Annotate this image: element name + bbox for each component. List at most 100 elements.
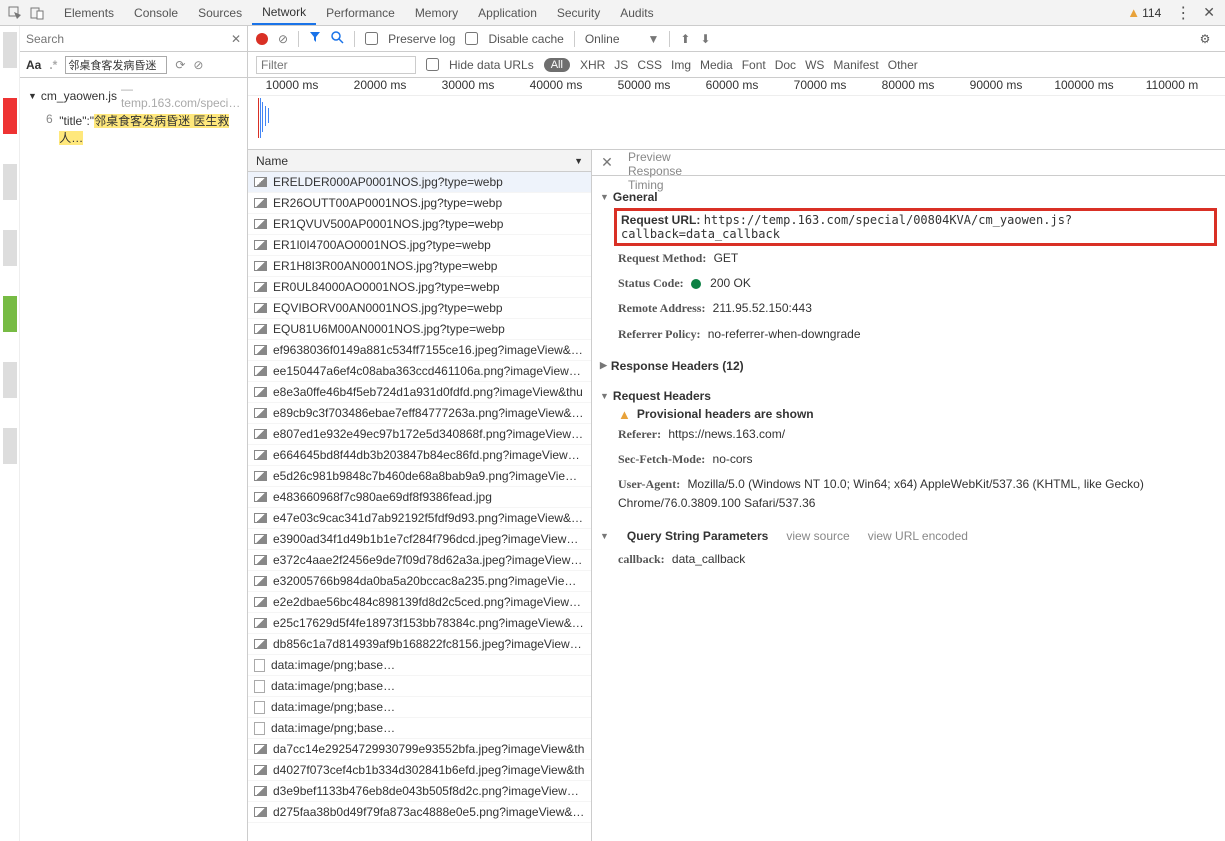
filter-all[interactable]: All [544, 58, 570, 72]
clear-icon[interactable]: ⊘ [193, 58, 203, 72]
file-icon [254, 659, 265, 672]
warning-count[interactable]: ▲114 [1127, 5, 1161, 20]
refresh-icon[interactable]: ⟳ [175, 58, 185, 72]
search-input[interactable] [26, 29, 225, 49]
filter-css[interactable]: CSS [637, 58, 662, 72]
result-file[interactable]: ▼ cm_yaowen.js — temp.163.com/speci… [28, 82, 239, 110]
waterfall-overview[interactable]: 10000 ms20000 ms30000 ms40000 ms50000 ms… [248, 78, 1225, 150]
request-list: Name▼ ERELDER000AP0001NOS.jpg?type=webpE… [248, 150, 592, 841]
request-row[interactable]: ER26OUTT00AP0001NOS.jpg?type=webp [248, 193, 591, 214]
request-row[interactable]: e47e03c9cac341d7ab92192f5fdf9d93.png?ima… [248, 508, 591, 529]
request-row[interactable]: data:image/png;base… [248, 697, 591, 718]
request-row[interactable]: da7cc14e29254729930799e93552bfa.jpeg?ima… [248, 739, 591, 760]
request-row[interactable]: d275faa38b0d49f79fa873ac4888e0e5.png?ima… [248, 802, 591, 823]
filter-xhr[interactable]: XHR [580, 58, 605, 72]
search-query-input[interactable] [65, 56, 167, 74]
tab-network[interactable]: Network [252, 0, 316, 25]
image-icon [254, 429, 267, 439]
request-url-highlight: Request URL: https://temp.163.com/specia… [614, 208, 1217, 246]
request-row[interactable]: db856c1a7d814939af9b168822fc8156.jpeg?im… [248, 634, 591, 655]
request-row[interactable]: e5d26c981b9848c7b460de68a8bab9a9.png?ima… [248, 466, 591, 487]
request-row[interactable]: d3e9bef1133b476eb8de043b505f8d2c.png?ima… [248, 781, 591, 802]
inspect-icon[interactable] [4, 2, 26, 24]
tab-elements[interactable]: Elements [54, 0, 124, 25]
search-toggle-icon[interactable] [331, 31, 344, 47]
request-row[interactable]: ER1I0I4700AO0001NOS.jpg?type=webp [248, 235, 591, 256]
throttle-select[interactable]: Online [585, 32, 620, 46]
filter-media[interactable]: Media [700, 58, 733, 72]
page-edge-strip [0, 26, 20, 841]
image-icon [254, 618, 267, 628]
request-row[interactable]: e664645bd8f44db3b203847b84ec86fd.png?ima… [248, 445, 591, 466]
request-row[interactable]: d4027f073cef4cb1b334d302841b6efd.jpeg?im… [248, 760, 591, 781]
upload-har-icon[interactable]: ⬆ [680, 32, 690, 46]
request-row[interactable]: e807ed1e932e49ec97b172e5d340868f.png?ima… [248, 424, 591, 445]
record-button[interactable] [256, 33, 268, 45]
request-row[interactable]: data:image/png;base… [248, 655, 591, 676]
filter-doc[interactable]: Doc [775, 58, 796, 72]
close-detail-icon[interactable]: ✕ [596, 154, 618, 171]
clear-log-icon[interactable]: ⊘ [278, 32, 288, 46]
request-row[interactable]: data:image/png;base… [248, 676, 591, 697]
request-row[interactable]: data:image/png;base… [248, 718, 591, 739]
preserve-log-checkbox[interactable] [365, 32, 378, 45]
device-toggle-icon[interactable] [26, 2, 48, 24]
request-row[interactable]: EQU81U6M00AN0001NOS.jpg?type=webp [248, 319, 591, 340]
request-row[interactable]: ER1QVUV500AP0001NOS.jpg?type=webp [248, 214, 591, 235]
request-row[interactable]: EQVIBORV00AN0001NOS.jpg?type=webp [248, 298, 591, 319]
request-row[interactable]: e3900ad34f1d49b1b1e7cf284f796dcd.jpeg?im… [248, 529, 591, 550]
image-icon [254, 219, 267, 229]
tab-sources[interactable]: Sources [188, 0, 252, 25]
hide-data-urls-checkbox[interactable] [426, 58, 439, 71]
name-column-header[interactable]: Name▼ [248, 150, 591, 172]
request-row[interactable]: e483660968f7c980ae69df8f9386fead.jpg [248, 487, 591, 508]
filter-input[interactable] [256, 56, 416, 74]
settings-icon[interactable]: ⚙ [1193, 32, 1217, 46]
tab-console[interactable]: Console [124, 0, 188, 25]
disable-cache-checkbox[interactable] [465, 32, 478, 45]
clear-search-icon[interactable]: ✕ [231, 32, 241, 46]
filter-font[interactable]: Font [742, 58, 766, 72]
download-har-icon[interactable]: ⬇ [700, 32, 710, 46]
tab-application[interactable]: Application [468, 0, 547, 25]
detail-tab-preview[interactable]: Preview [618, 150, 692, 164]
query-params-section[interactable]: ▼Query String Parametersview sourceview … [600, 525, 1217, 547]
view-encoded-link[interactable]: view URL encoded [868, 529, 968, 543]
general-section[interactable]: ▼General [600, 186, 1217, 208]
request-row[interactable]: e89cb9c3f703486ebae7eff84777263a.png?ima… [248, 403, 591, 424]
request-row[interactable]: ef9638036f0149a881c534ff7155ce16.jpeg?im… [248, 340, 591, 361]
filter-ws[interactable]: WS [805, 58, 824, 72]
warning-icon: ▲ [1127, 5, 1140, 20]
request-row[interactable]: e372c4aae2f2456e9de7f09d78d62a3a.jpeg?im… [248, 550, 591, 571]
provisional-warning: Provisional headers are shown [637, 407, 814, 421]
request-detail: ✕ HeadersPreviewResponseTiming ▼General … [592, 150, 1225, 841]
tab-audits[interactable]: Audits [610, 0, 663, 25]
result-line[interactable]: 6 "title":"邻桌食客发病昏迷 医生救人… [28, 110, 239, 148]
request-row[interactable]: e25c17629d5f4fe18973f153bb78384c.png?ima… [248, 613, 591, 634]
regex-toggle[interactable]: .* [49, 58, 57, 72]
request-row[interactable]: ERELDER000AP0001NOS.jpg?type=webp [248, 172, 591, 193]
request-row[interactable]: e8e3a0ffe46b4f5eb724d1a931d0fdfd.png?ima… [248, 382, 591, 403]
tab-performance[interactable]: Performance [316, 0, 405, 25]
request-row[interactable]: ee150447a6ef4c08aba363ccd461106a.png?ima… [248, 361, 591, 382]
request-row[interactable]: e32005766b984da0ba5a20bccac8a235.png?ima… [248, 571, 591, 592]
tab-security[interactable]: Security [547, 0, 610, 25]
close-icon[interactable]: ✕ [1203, 4, 1215, 21]
status-dot-icon [691, 279, 701, 289]
request-row[interactable]: ER1H8I3R00AN0001NOS.jpg?type=webp [248, 256, 591, 277]
more-menu-icon[interactable]: ⋮ [1175, 3, 1191, 23]
filter-other[interactable]: Other [888, 58, 918, 72]
tab-memory[interactable]: Memory [405, 0, 468, 25]
filter-manifest[interactable]: Manifest [833, 58, 878, 72]
filter-js[interactable]: JS [614, 58, 628, 72]
request-row[interactable]: ER0UL84000AO0001NOS.jpg?type=webp [248, 277, 591, 298]
case-toggle[interactable]: Aa [26, 58, 41, 72]
filter-toggle-icon[interactable] [309, 31, 321, 46]
request-headers-section[interactable]: ▼Request Headers [600, 385, 1217, 407]
line-number: 6 [46, 112, 55, 146]
warning-number: 114 [1142, 6, 1161, 20]
filter-img[interactable]: Img [671, 58, 691, 72]
response-headers-section[interactable]: ▶Response Headers (12) [600, 355, 1217, 377]
view-source-link[interactable]: view source [786, 529, 849, 543]
request-row[interactable]: e2e2dbae56bc484c898139fd8d2c5ced.png?ima… [248, 592, 591, 613]
